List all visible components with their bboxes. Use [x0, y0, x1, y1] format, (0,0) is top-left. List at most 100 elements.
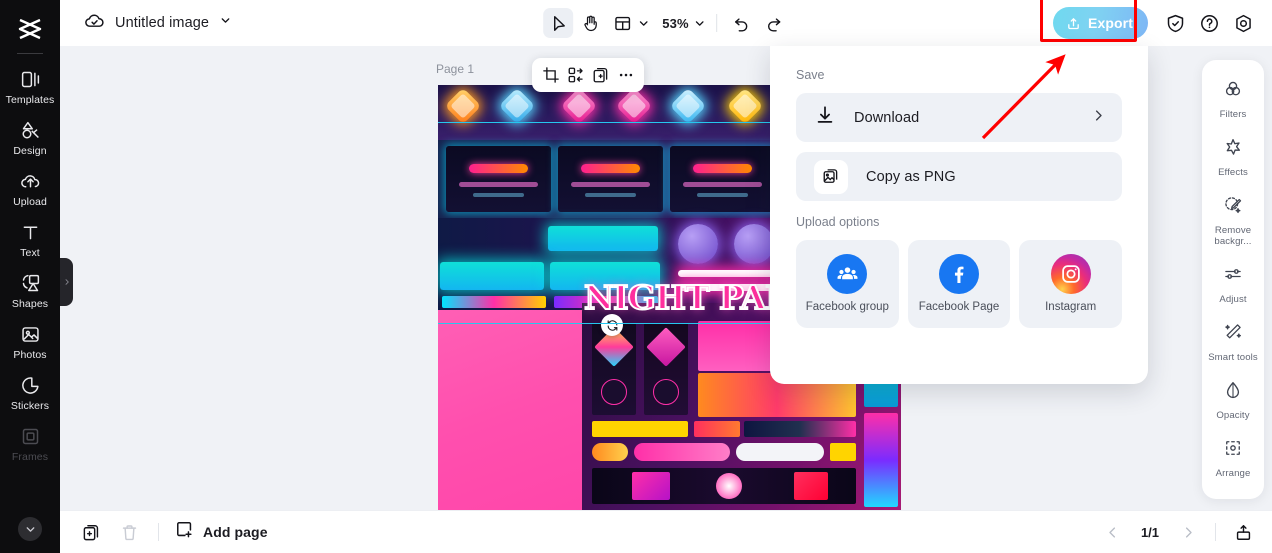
sidebar-item-stickers[interactable]: Stickers — [0, 366, 60, 417]
capcut-logo-icon[interactable] — [10, 12, 50, 46]
stickers-icon — [20, 374, 41, 396]
remove-background-icon — [1223, 195, 1243, 220]
bottom-right-divider — [1215, 523, 1216, 541]
delete-page-button[interactable] — [116, 519, 142, 545]
sidebar-collapse-button[interactable] — [18, 517, 42, 541]
download-chevron-right-icon — [1091, 108, 1106, 128]
sidebar-label: Stickers — [10, 400, 50, 412]
upload-box-icon — [1068, 17, 1079, 29]
select-tool-button[interactable] — [543, 8, 574, 38]
redo-button[interactable] — [759, 8, 789, 38]
upload-facebook-page-card[interactable]: Facebook Page — [907, 240, 1011, 328]
panel-expand-handle[interactable] — [60, 258, 73, 306]
sidebar-item-frames[interactable]: Frames — [0, 417, 60, 468]
document-title[interactable]: Untitled image — [115, 15, 209, 31]
right-item-remove-background[interactable]: Remove backgr... — [1202, 186, 1264, 255]
effects-icon — [1223, 137, 1243, 162]
redo-icon — [768, 17, 781, 31]
right-item-opacity[interactable]: Opacity — [1202, 371, 1264, 429]
sidebar-item-text[interactable]: Text — [0, 213, 60, 264]
zoom-chevron-down-icon — [695, 20, 704, 26]
right-item-arrange[interactable]: Arrange — [1202, 429, 1264, 487]
hand-tool-button[interactable] — [575, 8, 605, 38]
design-icon — [20, 119, 41, 141]
sidebar-item-templates[interactable]: Templates — [0, 60, 60, 111]
more-options-button[interactable] — [614, 63, 638, 87]
title-chevron-down-icon[interactable] — [219, 14, 232, 32]
next-page-button[interactable] — [1175, 519, 1201, 545]
right-item-label: Arrange — [1215, 468, 1251, 479]
share-export-button[interactable] — [1230, 519, 1256, 545]
download-menu-item[interactable]: Download — [796, 93, 1122, 142]
rotate-handle[interactable] — [601, 314, 623, 336]
export-button[interactable]: Export — [1053, 7, 1148, 39]
copy-as-png-menu-item[interactable]: Copy as PNG — [796, 152, 1122, 201]
right-item-label: Effects — [1218, 167, 1248, 178]
zoom-control[interactable]: 53% — [652, 16, 706, 31]
sidebar-label: Photos — [13, 349, 47, 361]
right-item-label: Filters — [1219, 109, 1247, 120]
page-navigation: 1/1 — [1099, 519, 1256, 545]
photos-icon — [20, 323, 41, 345]
help-button[interactable] — [1194, 8, 1224, 38]
chevron-right-icon — [1185, 526, 1192, 538]
bottom-toolbar: Add page 1/1 — [60, 510, 1272, 553]
more-options-icon — [619, 73, 632, 77]
duplicate-page-button[interactable] — [78, 519, 104, 545]
arrange-icon — [1223, 438, 1243, 463]
shield-button[interactable] — [1160, 8, 1190, 38]
sidebar-label: Templates — [5, 94, 55, 106]
right-item-label: Smart tools — [1208, 352, 1258, 363]
facebook-page-label: Facebook Page — [918, 301, 1000, 313]
facebook-group-icon — [827, 254, 868, 294]
cursor-icon — [553, 15, 565, 31]
instagram-icon — [1050, 254, 1091, 294]
layout-tool-button[interactable] — [607, 8, 650, 38]
document-title-group[interactable]: Untitled image — [84, 10, 232, 36]
sidebar-label: Upload — [13, 196, 47, 208]
page-actions: Add page — [78, 519, 268, 545]
trash-icon — [122, 524, 136, 540]
download-icon — [814, 104, 836, 131]
duplicate-icon — [593, 67, 607, 83]
right-item-filters[interactable]: Filters — [1202, 70, 1264, 128]
shield-icon — [1167, 14, 1183, 32]
sidebar-item-upload[interactable]: Upload — [0, 162, 60, 213]
export-button-wrapper: Export — [1040, 0, 1148, 42]
frames-icon — [20, 425, 41, 447]
right-item-effects[interactable]: Effects — [1202, 128, 1264, 186]
replace-media-button[interactable] — [564, 63, 588, 87]
previous-page-button[interactable] — [1099, 519, 1125, 545]
duplicate-button[interactable] — [589, 63, 613, 87]
right-item-label: Adjust — [1219, 294, 1247, 305]
right-item-label: Opacity — [1216, 410, 1250, 421]
export-dropdown-menu: Save Download Copy as PNG Upload options… — [770, 46, 1148, 384]
sidebar-divider — [17, 53, 43, 54]
chevron-right-icon — [65, 279, 69, 285]
chevron-left-icon — [1108, 526, 1115, 538]
add-page-button[interactable]: Add page — [175, 520, 268, 544]
right-item-smart-tools[interactable]: Smart tools — [1202, 313, 1264, 371]
canvas-tools-group: 53% — [543, 8, 789, 38]
help-question-icon — [1200, 14, 1218, 32]
crop-button[interactable] — [539, 63, 563, 87]
opacity-icon — [1223, 380, 1243, 405]
right-item-adjust[interactable]: Adjust — [1202, 255, 1264, 313]
settings-button[interactable] — [1228, 8, 1258, 38]
share-export-icon — [1236, 524, 1250, 540]
smart-tools-icon — [1223, 322, 1243, 347]
sidebar-label: Design — [13, 145, 47, 157]
bottom-divider — [158, 523, 159, 541]
filters-icon — [1223, 79, 1243, 104]
sidebar-item-shapes[interactable]: Shapes — [0, 264, 60, 315]
undo-button[interactable] — [727, 8, 757, 38]
replace-media-icon — [568, 67, 583, 83]
page-label: Page 1 — [436, 62, 475, 76]
upload-instagram-card[interactable]: Instagram — [1019, 240, 1123, 328]
upload-facebook-group-card[interactable]: Facebook group — [796, 240, 899, 328]
top-right-actions: Export — [1040, 0, 1258, 42]
sidebar-item-photos[interactable]: Photos — [0, 315, 60, 366]
undo-icon — [735, 17, 748, 31]
sidebar-item-design[interactable]: Design — [0, 111, 60, 162]
layout-chevron-down-icon — [639, 20, 648, 26]
